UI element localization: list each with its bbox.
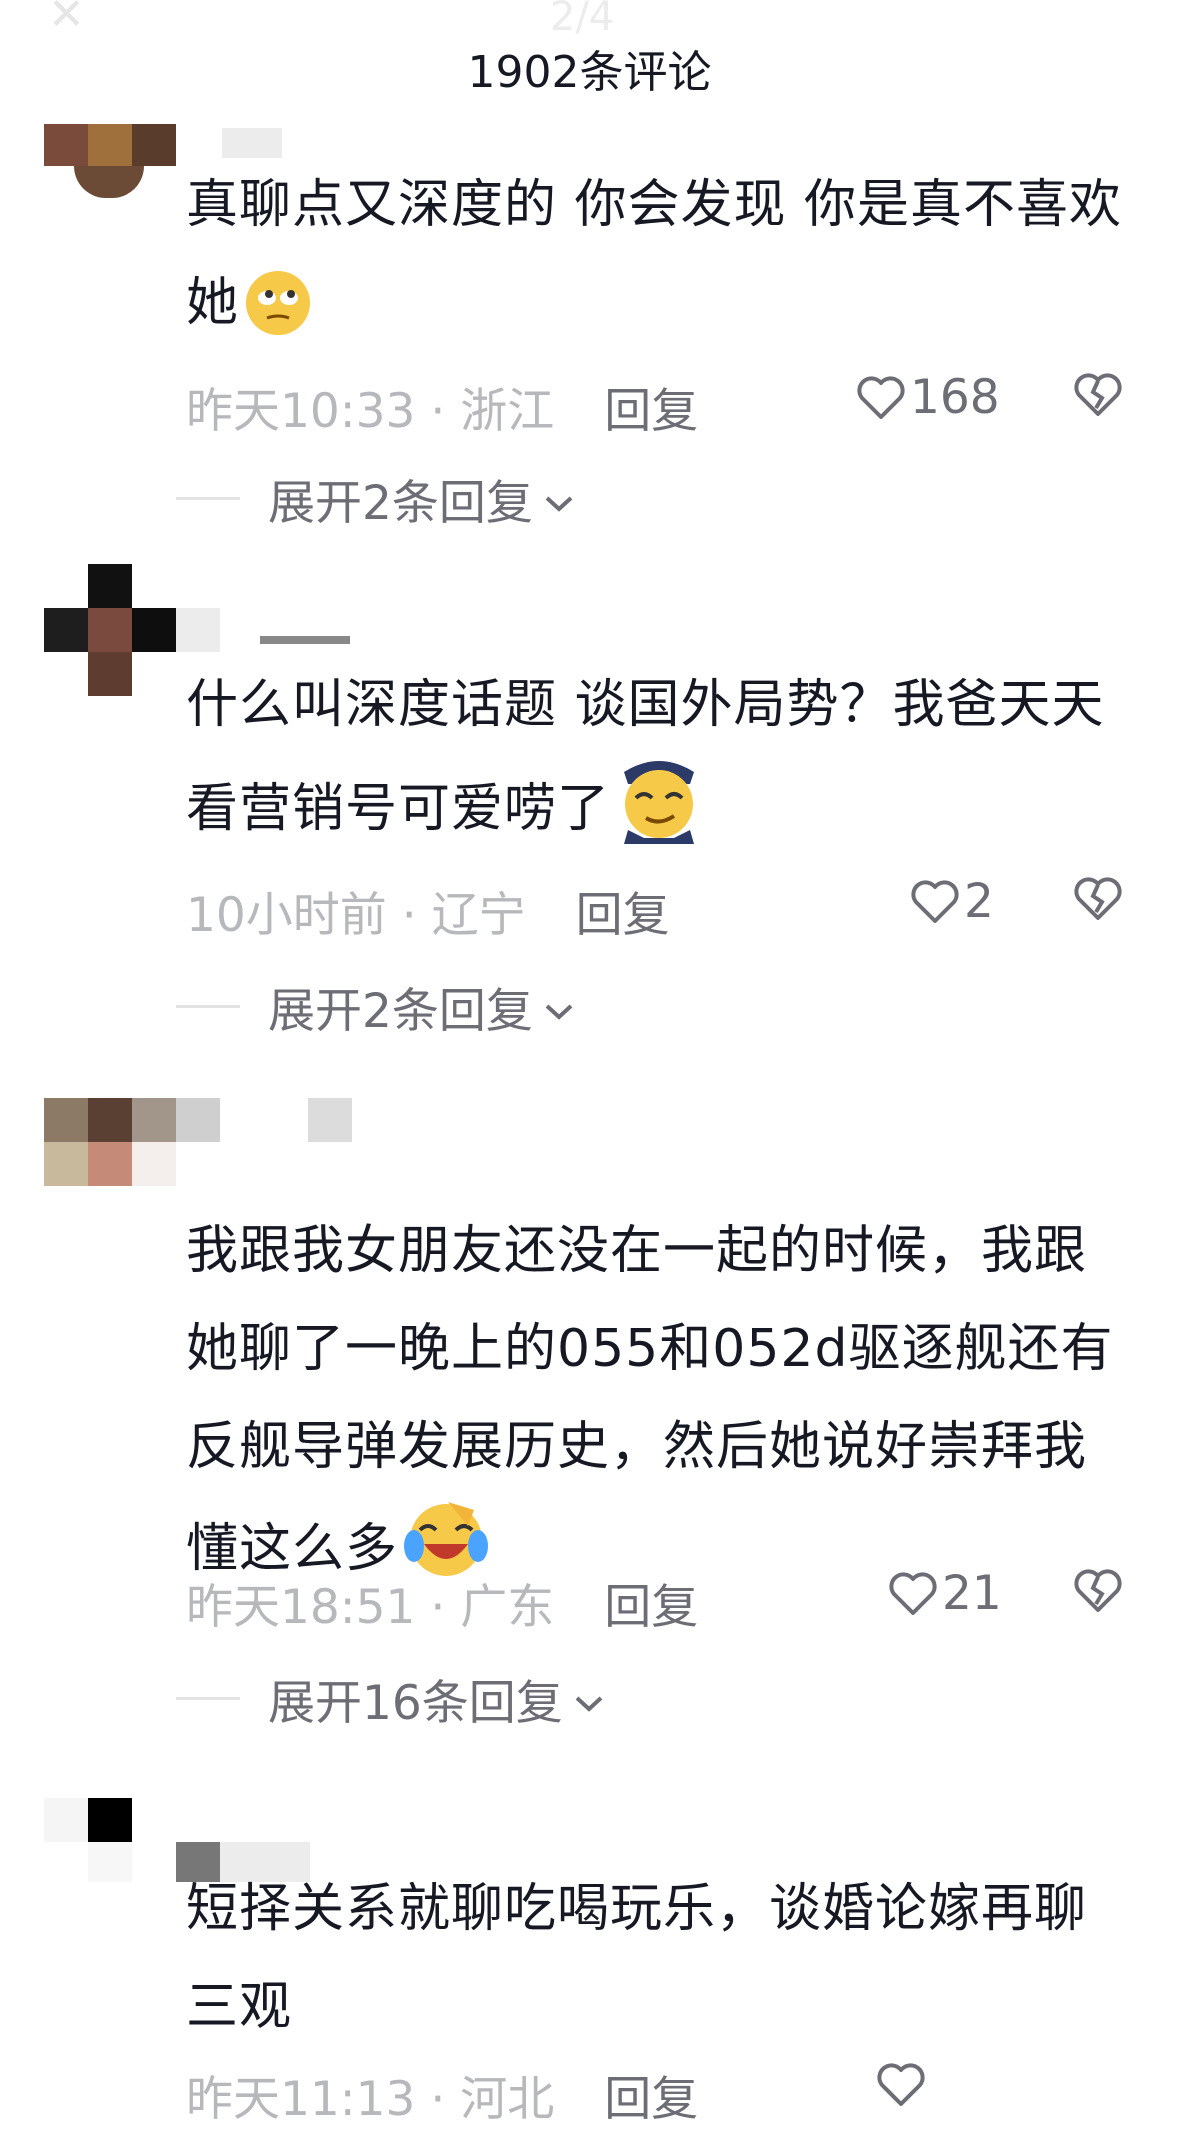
page-indicator: 2/4 [550, 0, 615, 40]
divider [176, 1697, 240, 1700]
dislike-button[interactable] [1073, 1568, 1123, 1618]
avatar[interactable] [44, 120, 178, 254]
comment-text: 我跟我女朋友还没在一起的时候，我跟她聊了一晚上的055和052d驱逐舰还有反舰导… [186, 1202, 1126, 1598]
comment-time: 昨天18:51 [186, 1580, 416, 1635]
comment-meta: 10小时前 · 辽宁 回复 [186, 876, 670, 945]
comment-text: 什么叫深度话题 谈国外局势？我爸天天看营销号可爱唠了 [186, 656, 1126, 858]
expand-replies-button[interactable]: 展开2条回复 [176, 464, 575, 533]
chevron-down-icon [573, 1671, 605, 1726]
comment-time: 昨天10:33 [186, 384, 416, 439]
separator: · [386, 888, 432, 943]
heart-icon [889, 1571, 937, 1615]
heart-icon [857, 375, 905, 419]
comment-location: 河北 [460, 2072, 555, 2127]
like-count: 2 [964, 874, 994, 929]
divider [176, 1005, 240, 1008]
comment-meta: 昨天11:13 · 河北 回复 [186, 2060, 698, 2129]
avatar[interactable] [44, 564, 220, 698]
username-blurred[interactable] [308, 1098, 352, 1142]
expand-replies-label: 展开2条回复 [268, 476, 533, 531]
chevron-down-icon [543, 471, 575, 526]
expand-replies-label: 展开16条回复 [268, 1676, 563, 1731]
like-button[interactable]: 21 [888, 1566, 1002, 1621]
expand-replies-button[interactable]: 展开16条回复 [176, 1664, 605, 1733]
close-icon[interactable]: ✕ [48, 0, 88, 37]
expand-replies-label: 展开2条回复 [268, 984, 533, 1039]
expand-replies-button[interactable]: 展开2条回复 [176, 972, 575, 1041]
username-blurred[interactable] [260, 636, 350, 644]
chevron-down-icon [543, 979, 575, 1034]
reply-button[interactable]: 回复 [576, 888, 670, 943]
comment-count-title: 1902条评论 [467, 47, 712, 98]
comment-time: 昨天11:13 [186, 2072, 416, 2127]
reply-button[interactable]: 回复 [604, 1580, 698, 1635]
avatar[interactable] [44, 1792, 310, 1926]
like-button[interactable]: 2 [910, 874, 994, 929]
comment-text: 短择关系就聊吃喝玩乐，谈婚论嫁再聊三观 [186, 1879, 1088, 2037]
broken-heart-icon [1074, 877, 1122, 920]
dislike-button[interactable] [1073, 372, 1123, 422]
comment-meta: 昨天10:33 · 浙江 回复 [186, 372, 698, 441]
smirk-emoji [614, 754, 700, 844]
comment-time: 10小时前 [186, 888, 387, 943]
heart-icon [911, 879, 959, 923]
separator: · [415, 1580, 461, 1635]
comment-location: 辽宁 [431, 888, 526, 943]
comment-meta: 昨天18:51 · 广东 回复 [186, 1568, 698, 1637]
eye-roll-emoji [243, 268, 329, 354]
like-count: 168 [910, 370, 1000, 425]
divider [176, 497, 240, 500]
reply-button[interactable]: 回复 [604, 2072, 698, 2127]
dislike-button[interactable] [1073, 876, 1123, 926]
comments-header: ✕ 2/4 1902条评论 [0, 0, 1179, 120]
comment-location: 广东 [460, 1580, 555, 1635]
avatar[interactable] [44, 1098, 220, 1232]
reply-button[interactable]: 回复 [604, 384, 698, 439]
username-blurred[interactable] [222, 128, 282, 158]
like-count: 21 [942, 1566, 1002, 1621]
broken-heart-icon [1074, 1569, 1122, 1612]
heart-icon [877, 2063, 925, 2106]
separator: · [415, 384, 461, 439]
comment-text: 真聊点又深度的 你会发现 你是真不喜欢她 [186, 156, 1126, 354]
separator: · [415, 2072, 461, 2127]
broken-heart-icon [1074, 373, 1122, 416]
like-button[interactable]: 168 [856, 370, 1000, 425]
like-button[interactable] [876, 2062, 930, 2108]
comment-location: 浙江 [460, 384, 555, 439]
